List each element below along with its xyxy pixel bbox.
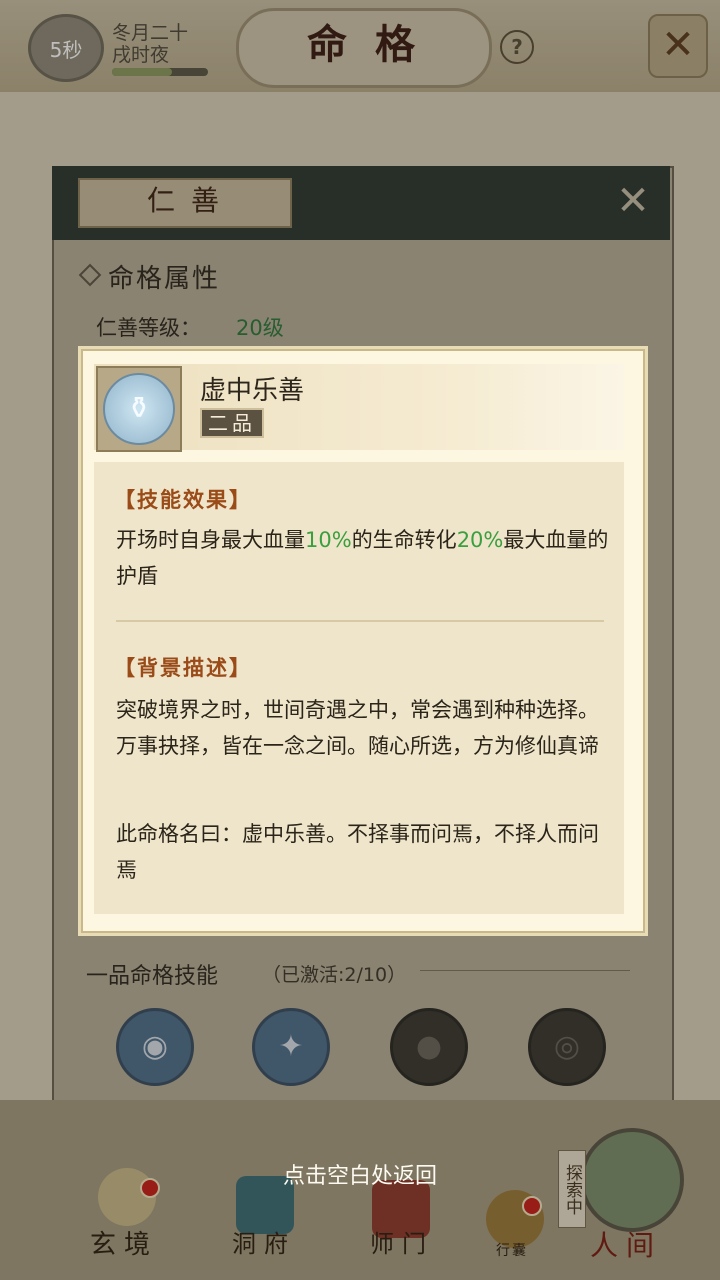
effect-value-shield: 20%	[456, 528, 504, 552]
item-name: 虚中乐善	[200, 376, 305, 406]
tap-to-return-hint: 点击空白处返回	[282, 1164, 437, 1189]
effect-text-part: 的生命转化	[351, 528, 457, 552]
effect-text-part: 开场时自身最大血量	[116, 528, 305, 552]
grade-text: 二品	[208, 411, 256, 435]
cauldron-icon: ⚱	[103, 373, 175, 445]
background-text: 突破境界之时，世间奇遇之中，常会遇到种种选择。万事抉择，皆在一念之间。随心所选，…	[116, 698, 599, 758]
background-text-2: 此命格名曰：虚中乐善。不择事而问焉，不择人而问焉	[116, 822, 599, 882]
background-heading: 【背景描述】	[114, 655, 252, 680]
effect-heading: 【技能效果】	[114, 487, 252, 512]
effect-text: 开场时自身最大血量10%的生命转化20%最大血量的护盾	[116, 522, 610, 594]
divider	[116, 620, 604, 622]
effect-value-hp: 10%	[305, 528, 352, 552]
